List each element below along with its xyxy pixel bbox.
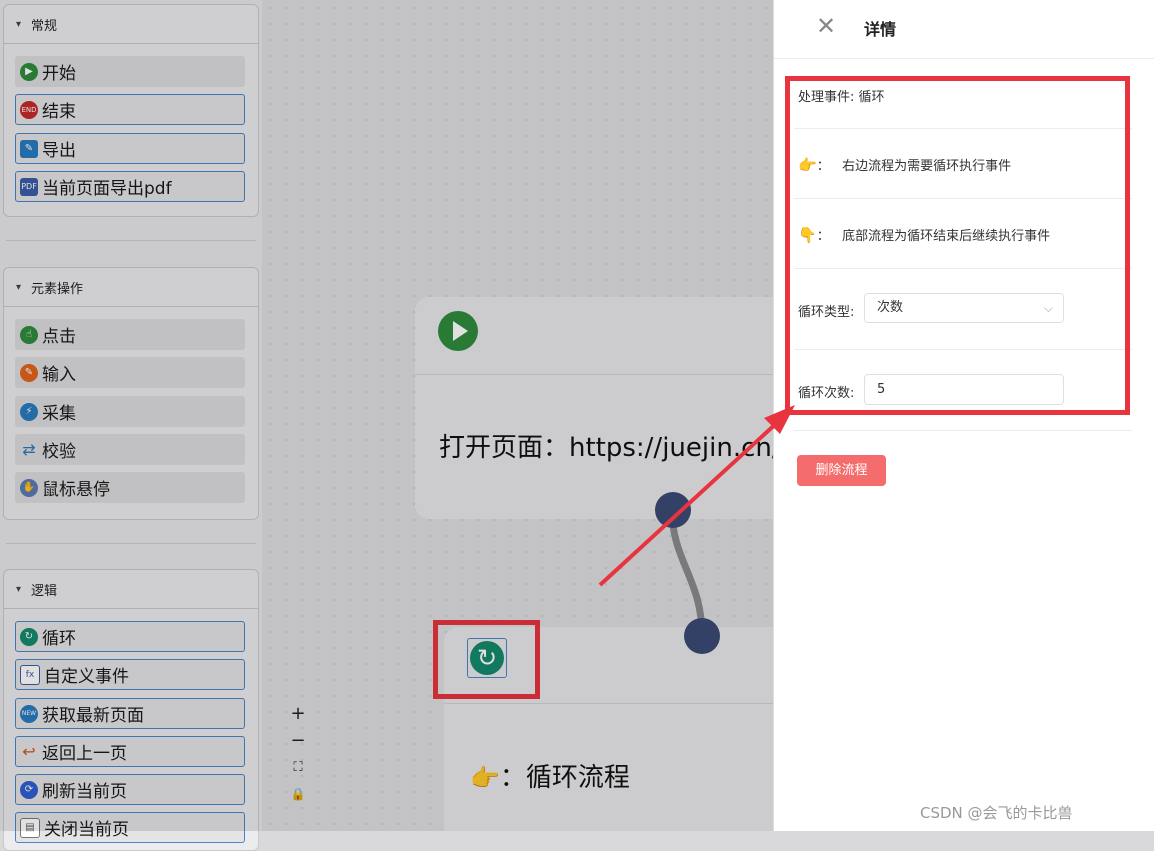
watermark: CSDN @会飞的卡比兽 bbox=[920, 804, 1073, 822]
loop-icon: ↻ bbox=[20, 627, 38, 646]
zoom-in-button[interactable]: + bbox=[290, 700, 305, 727]
palette-group-element: ▾ 元素操作 ☝ 点击 ✎ 输入 ⚡ 采集 ⇄ 校验 ✋ 鼠标悬停 bbox=[3, 267, 259, 520]
left-palette: ▾ 常规 ▶ 开始 END 结束 ✎ 导出 PDF 当前页面导出pdf ▾ 元素操作 ☝ 点击… bbox=[0, 0, 262, 851]
details-drawer: ✕ 详情 处理事件: 循环 👉： 右边流程为需要循环执行事件 👇： 底部流程为循… bbox=[773, 0, 1154, 831]
mouse-hover-icon: ✋ bbox=[20, 478, 38, 497]
sync-icon: ⇄ bbox=[22, 440, 36, 459]
group-header[interactable]: ▾ 常规 bbox=[4, 5, 258, 44]
palette-item-input[interactable]: ✎ 输入 bbox=[15, 357, 245, 388]
group-header[interactable]: ▾ 逻辑 bbox=[4, 570, 258, 609]
play-icon: ▶ bbox=[20, 62, 38, 81]
palette-item-end[interactable]: END 结束 bbox=[15, 94, 245, 125]
palette-item-export[interactable]: ✎ 导出 bbox=[15, 133, 245, 164]
connector-handle-out[interactable] bbox=[655, 492, 691, 528]
end-icon: END bbox=[20, 100, 38, 119]
zoom-out-button[interactable]: − bbox=[290, 727, 305, 754]
highlight-box bbox=[433, 620, 540, 699]
document-icon: ▤ bbox=[20, 817, 40, 838]
lock-button[interactable]: 🔒 bbox=[291, 781, 306, 808]
palette-item-hover[interactable]: ✋ 鼠标悬停 bbox=[15, 472, 245, 503]
chevron-down-icon: ▾ bbox=[16, 583, 22, 595]
new-icon: NEW bbox=[20, 704, 38, 723]
chevron-down-icon: ▾ bbox=[16, 281, 22, 293]
divider bbox=[6, 543, 256, 544]
connector-handle-in[interactable] bbox=[684, 618, 720, 654]
palette-item-close-page[interactable]: ▤ 关闭当前页 bbox=[15, 812, 245, 843]
export-icon: ✎ bbox=[20, 139, 38, 158]
chevron-down-icon: ▾ bbox=[16, 18, 22, 30]
palette-item-refresh[interactable]: ⟳ 刷新当前页 bbox=[15, 774, 245, 805]
hand-click-icon: ☝ bbox=[20, 325, 38, 344]
close-icon[interactable]: ✕ bbox=[816, 12, 836, 40]
back-arrow-icon: ↩ bbox=[22, 742, 36, 761]
palette-group-general: ▾ 常规 ▶ 开始 END 结束 ✎ 导出 PDF 当前页面导出pdf bbox=[3, 4, 259, 217]
drawer-header: ✕ 详情 bbox=[774, 0, 1154, 59]
highlight-box bbox=[785, 76, 1130, 415]
divider bbox=[794, 430, 1132, 431]
pen-icon: ✎ bbox=[20, 363, 38, 382]
palette-group-logic: ▾ 逻辑 ↻ 循环 fx 自定义事件 NEW 获取最新页面 ↩ 返回上一页 ⟳ 刷新当前页 … bbox=[3, 569, 259, 851]
group-header[interactable]: ▾ 元素操作 bbox=[4, 268, 258, 307]
zoom-controls: + − ⛶ 🔒 bbox=[284, 700, 312, 810]
function-icon: fx bbox=[20, 664, 40, 685]
drawer-title: 详情 bbox=[864, 20, 897, 39]
bolt-icon: ⚡ bbox=[20, 402, 38, 421]
palette-item-loop[interactable]: ↻ 循环 bbox=[15, 621, 245, 652]
flow-canvas[interactable]: 打开页面：https://juejin.cn/ 👉：循环流程 ↻ + − ⛶ 🔒 bbox=[262, 0, 773, 831]
delete-flow-button[interactable]: 删除流程 bbox=[797, 455, 886, 486]
fit-view-button[interactable]: ⛶ bbox=[293, 754, 302, 781]
palette-item-click[interactable]: ☝ 点击 bbox=[15, 319, 245, 350]
palette-item-go-back[interactable]: ↩ 返回上一页 bbox=[15, 736, 245, 767]
divider bbox=[6, 240, 256, 241]
palette-item-latest-page[interactable]: NEW 获取最新页面 bbox=[15, 698, 245, 729]
refresh-icon: ⟳ bbox=[20, 780, 38, 799]
palette-item-collect[interactable]: ⚡ 采集 bbox=[15, 396, 245, 427]
palette-item-start[interactable]: ▶ 开始 bbox=[15, 56, 245, 87]
pdf-icon: PDF bbox=[20, 177, 38, 196]
node-label: 👉：循环流程 bbox=[470, 763, 630, 793]
pointing-hand-icon: 👉 bbox=[470, 764, 500, 792]
palette-item-verify[interactable]: ⇄ 校验 bbox=[15, 434, 245, 465]
palette-item-export-pdf[interactable]: PDF 当前页面导出pdf bbox=[15, 171, 245, 202]
palette-item-custom-event[interactable]: fx 自定义事件 bbox=[15, 659, 245, 690]
